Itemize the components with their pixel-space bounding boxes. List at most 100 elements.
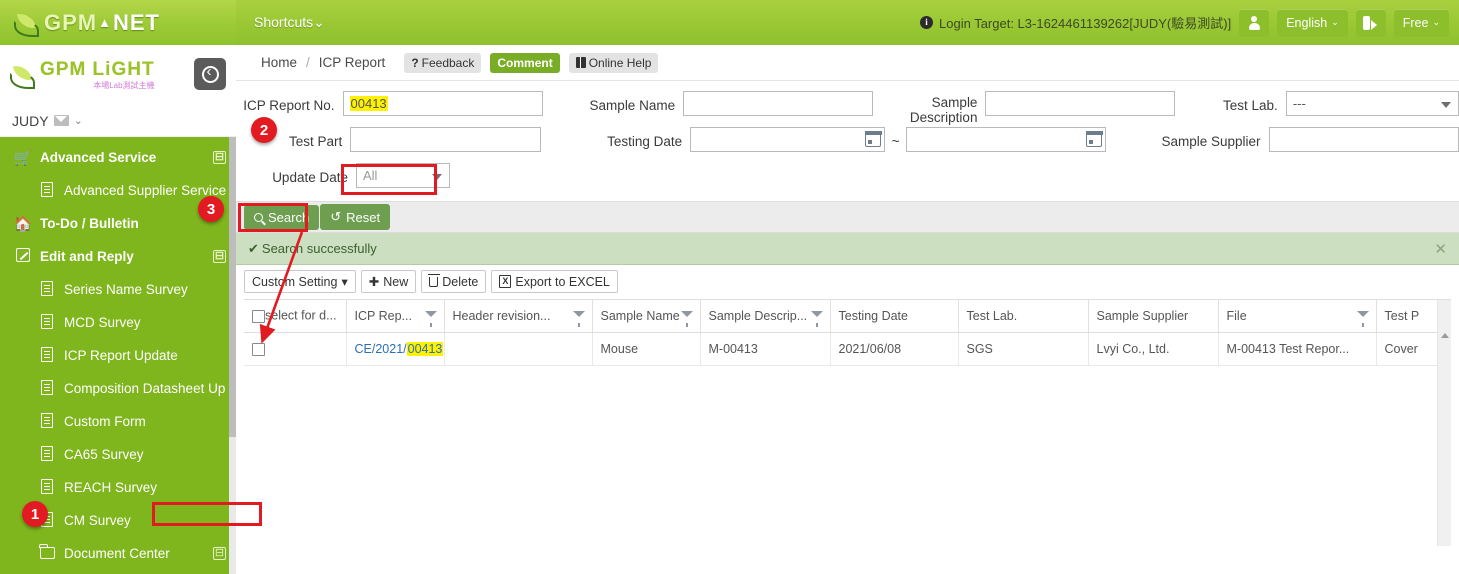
icp-report-suffix: 00413 (406, 341, 443, 356)
column-header-header-revision[interactable]: Header revision... (444, 300, 593, 333)
shortcuts-menu[interactable]: Shortcuts⌄ (254, 14, 325, 31)
delete-button[interactable]: Delete (421, 270, 487, 293)
sidebar-item-certification-of-compliance[interactable]: Certification of Compliance (0, 570, 236, 574)
cell-test-part: Cover (1376, 332, 1445, 366)
mail-icon[interactable] (53, 115, 69, 126)
icp-report-no-label: ICP Report No. (243, 98, 335, 113)
logout-button[interactable] (1355, 8, 1386, 37)
feedback-button[interactable]: ? Feedback (404, 52, 482, 73)
column-label: Sample Descrip... (708, 308, 808, 323)
app-root: GPM ▲ NET Shortcuts⌄ i Login Target: L3-16… (0, 0, 1459, 574)
plan-button[interactable]: Free ⌄ (1393, 8, 1449, 37)
new-button[interactable]: ✚ New (360, 270, 417, 293)
form-row-2: Test Part Testing Date ~ Sample Supplier (236, 127, 1459, 163)
sidebar-item-advanced-service[interactable]: 🛒 Advanced Service ⊟ (0, 141, 236, 174)
column-header-test-lab[interactable]: Test Lab. (958, 300, 1089, 333)
column-label: File (1226, 308, 1247, 323)
cell-file-link[interactable]: M-00413 Test Repor... (1218, 332, 1377, 366)
filter-icon[interactable] (680, 310, 693, 327)
sidebar-item-mcd-survey[interactable]: MCD Survey (0, 306, 236, 339)
gpm-light-logo[interactable]: GPM LiGHT 本場Lab測試主機 (0, 45, 236, 105)
language-selector-button[interactable]: English ⌄ (1277, 8, 1348, 37)
annotation-step-2: 2 (251, 117, 277, 143)
chevron-down-icon: ⌄ (1331, 17, 1339, 27)
icp-report-link[interactable]: CE/2021/00413 (354, 341, 443, 356)
breadcrumb-home[interactable]: Home (261, 55, 297, 70)
table-row[interactable]: CE/2021/00413 Mouse M-00413 2021/06/08 S… (244, 332, 1445, 366)
sidebar-item-icp-report-update[interactable]: ICP Report Update (0, 339, 236, 372)
sidebar-item-custom-form[interactable]: Custom Form (0, 405, 236, 438)
sample-name-input[interactable] (683, 91, 874, 116)
reset-button[interactable]: ↺ Reset (320, 204, 391, 230)
document-icon (41, 445, 53, 461)
testing-date-label: Testing Date (607, 134, 683, 149)
new-label: New (383, 274, 409, 289)
column-header-sample-name[interactable]: Sample Name (592, 300, 701, 333)
filter-icon[interactable] (424, 310, 437, 327)
sidebar-item-ca65-survey[interactable]: CA65 Survey (0, 438, 236, 471)
calendar-icon[interactable] (864, 130, 882, 147)
test-lab-label: Test Lab. (1223, 98, 1278, 113)
sidebar-user-row[interactable]: JUDY ⌄ (0, 105, 236, 137)
sidebar-item-edit-and-reply[interactable]: Edit and Reply ⊟ (0, 240, 236, 273)
sample-name-label: Sample Name (589, 98, 676, 113)
brand-net-text: NET (113, 9, 160, 35)
menu-item-icon: 🏠 (6, 215, 40, 233)
plan-label: Free (1402, 15, 1429, 30)
select-all-checkbox[interactable] (252, 309, 265, 323)
filter-icon[interactable] (810, 310, 823, 327)
form-row-1: ICP Report No. 00413 Sample Name Sample … (236, 91, 1459, 127)
menu-item-icon: 🛒 (6, 149, 40, 167)
column-header-testing-date[interactable]: Testing Date (830, 300, 959, 333)
filter-icon[interactable] (1356, 310, 1369, 327)
column-header-test-part[interactable]: Test P (1376, 300, 1445, 333)
language-label: English (1286, 15, 1328, 30)
table-vertical-scrollbar[interactable] (1437, 300, 1451, 546)
column-header-file[interactable]: File (1218, 300, 1377, 333)
menu-item-icon (30, 280, 64, 299)
gpm-light-text: GPM LiGHT (40, 59, 155, 80)
icp-report-no-value: 00413 (349, 96, 388, 111)
close-icon[interactable]: ✕ (1434, 240, 1447, 258)
filter-icon[interactable] (572, 310, 585, 327)
online-help-button[interactable]: Online Help (568, 52, 659, 73)
annotation-step-1: 1 (22, 501, 48, 527)
comment-button[interactable]: Comment (490, 52, 560, 73)
expander-icon[interactable]: ⊟ (213, 151, 226, 164)
testing-date-from-input[interactable] (690, 127, 886, 152)
search-action-bar: Search ↺ Reset (236, 201, 1459, 233)
export-excel-button[interactable]: X Export to EXCEL (491, 270, 618, 293)
column-header-sample-description[interactable]: Sample Descrip... (700, 300, 831, 333)
column-label: Test Lab. (966, 308, 1018, 323)
user-account-button[interactable] (1239, 8, 1270, 37)
test-part-input[interactable] (350, 127, 541, 152)
search-button[interactable]: Search (244, 204, 320, 230)
sidebar-item-reach-survey[interactable]: REACH Survey (0, 471, 236, 504)
row-checkbox[interactable] (252, 342, 265, 356)
sidebar-item-document-center[interactable]: Document Center ⊟ (0, 537, 236, 570)
scroll-up-icon[interactable] (1441, 333, 1449, 338)
column-header-sample-supplier[interactable]: Sample Supplier (1088, 300, 1219, 333)
sample-supplier-input[interactable] (1268, 127, 1459, 152)
calendar-icon[interactable] (1085, 130, 1103, 147)
column-header-icp-report-no[interactable]: ICP Rep... (346, 300, 445, 333)
sidebar-scrollbar[interactable] (229, 137, 236, 574)
chevron-down-icon: ⌄ (73, 115, 83, 127)
expander-icon[interactable]: ⊟ (213, 250, 226, 263)
sidebar-scrollbar-thumb[interactable] (229, 137, 236, 437)
icp-report-prefix: CE/2021/ (354, 341, 407, 356)
sidebar-item-composition-datasheet-update[interactable]: Composition Datasheet Update (0, 372, 236, 405)
expander-icon[interactable]: ⊟ (213, 547, 226, 560)
sample-description-input[interactable] (985, 91, 1176, 116)
test-lab-select[interactable]: --- (1285, 91, 1459, 116)
sidebar: GPM LiGHT 本場Lab測試主機 JUDY ⌄ 🛒 Advanced Ser… (0, 45, 236, 574)
custom-setting-dropdown[interactable]: Custom Setting ▾ (244, 270, 356, 293)
testing-date-to-input[interactable] (906, 127, 1107, 152)
sample-supplier-label: Sample Supplier (1161, 134, 1261, 149)
icp-report-no-input[interactable]: 00413 (342, 91, 543, 116)
sidebar-item-series-name-survey[interactable]: Series Name Survey (0, 273, 236, 306)
sidebar-collapse-button[interactable] (194, 58, 226, 90)
update-date-select[interactable]: All (356, 163, 450, 188)
gpm-net-logo[interactable]: GPM ▲ NET (0, 0, 236, 45)
info-icon: i (920, 16, 934, 29)
